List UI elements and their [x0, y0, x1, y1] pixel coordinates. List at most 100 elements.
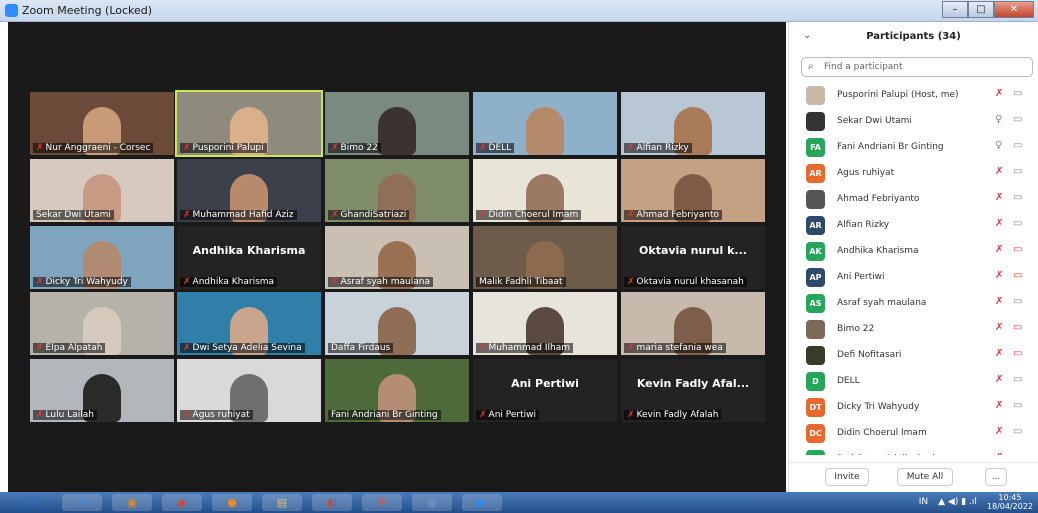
minimize-button[interactable]: – [942, 1, 968, 18]
camera-icon[interactable]: ▭ [1013, 192, 1022, 203]
taskbar-app-icon[interactable]: ▤ [262, 494, 302, 511]
mic-muted-icon[interactable]: ✗ [995, 400, 1003, 411]
participant-row[interactable]: Sekar Dwi Utami ♀ ▭ [789, 108, 1038, 134]
taskbar-app-icon[interactable]: ◐ [312, 494, 352, 511]
mic-muted-icon[interactable]: ✗ [995, 322, 1003, 333]
video-tile[interactable]: Ani Pertiwi ✗ Ani Pertiwi [473, 359, 617, 422]
participant-row[interactable]: AS Asraf syah maulana ✗ ▭ [789, 290, 1038, 316]
mic-muted-icon[interactable]: ✗ [995, 218, 1003, 229]
video-tile[interactable]: ✗ DELL [473, 92, 617, 155]
video-tile[interactable]: Daffa Firdaus [325, 292, 469, 355]
video-tile[interactable]: ✗ Muhammad Ilham [473, 292, 617, 355]
clock[interactable]: 10:45 18/04/2022 [987, 493, 1033, 511]
video-tile[interactable]: Kevin Fadly Afal... ✗ Kevin Fadly Afalah [621, 359, 765, 422]
participant-row[interactable]: DC Didin Choerul Imam ✗ ▭ [789, 420, 1038, 446]
camera-icon[interactable]: ▭ [1013, 296, 1022, 307]
camera-icon[interactable]: ▭ [1013, 400, 1022, 411]
video-tile[interactable]: Andhika Kharisma ✗ Andhika Kharisma [177, 226, 321, 289]
video-tile[interactable]: Malik Fadhli Tibaat [473, 226, 617, 289]
mic-muted-icon[interactable]: ✗ [995, 348, 1003, 359]
participant-row[interactable]: Defi Nofitasari ✗ ▭ [789, 342, 1038, 368]
video-tile[interactable]: ✗ Bimo 22 [325, 92, 469, 155]
tile-name-label: ✗ Muhammad Ilham [476, 343, 573, 353]
video-tile[interactable]: Fani Andriani Br Ginting [325, 359, 469, 422]
camera-icon[interactable]: ▭ [1013, 452, 1022, 455]
participant-row[interactable]: AK Andhika Kharisma ✗ ▭ [789, 238, 1038, 264]
video-tile[interactable]: ✗ Alfian Rizky [621, 92, 765, 155]
camera-off-icon[interactable]: ▭ [1013, 322, 1022, 333]
participant-list[interactable]: Pusporini Palupi (Host, me) ✗ ▭ Sekar Dwi U… [789, 82, 1038, 455]
camera-icon[interactable]: ▭ [1013, 140, 1022, 151]
video-tile[interactable]: ✗ Lulu Lailah [30, 359, 174, 422]
tile-name-label: ✗ Nur Anggraeni - Corsec [33, 143, 154, 153]
camera-off-icon[interactable]: ▭ [1013, 270, 1022, 281]
video-tile[interactable]: ✗ Nur Anggraeni - Corsec [30, 92, 174, 155]
camera-icon[interactable]: ▭ [1013, 166, 1022, 177]
mic-muted-icon[interactable]: ✗ [995, 88, 1003, 99]
video-tile[interactable]: ✗ Dwi Setya Adelia Sevina [177, 292, 321, 355]
participant-row[interactable]: AP Ani Pertiwi ✗ ▭ [789, 264, 1038, 290]
tile-name-label: ✗ Asraf syah maulana [328, 277, 433, 287]
camera-icon[interactable]: ▭ [1013, 88, 1022, 99]
taskbar-app-icon[interactable]: e [62, 494, 102, 511]
participant-row[interactable]: DS Dwi Setya Adelia Sevina ✗ ▭ [789, 446, 1038, 455]
participant-row[interactable]: AR Agus ruhiyat ✗ ▭ [789, 160, 1038, 186]
mic-muted-icon[interactable]: ✗ [995, 452, 1003, 455]
tray-icons[interactable]: ▲ ◀) ▮ .ıl [938, 497, 977, 507]
participant-row[interactable]: DT Dicky Tri Wahyudy ✗ ▭ [789, 394, 1038, 420]
video-tile[interactable]: ✗ Dicky Tri Wahyudy [30, 226, 174, 289]
tile-name-label: ✗ Didin Choerul Imam [476, 210, 582, 220]
tile-name-label: ✗ Elpa Alpatah [33, 343, 106, 353]
mic-muted-icon[interactable]: ✗ [995, 192, 1003, 203]
camera-off-icon[interactable]: ▭ [1013, 244, 1022, 255]
video-tile[interactable]: Sekar Dwi Utami [30, 159, 174, 222]
mic-muted-icon[interactable]: ✗ [995, 244, 1003, 255]
participant-row[interactable]: FA Fani Andriani Br Ginting ♀ ▭ [789, 134, 1038, 160]
mute-all-button[interactable]: Mute All [897, 468, 953, 486]
mic-muted-icon[interactable]: ✗ [995, 426, 1003, 437]
taskbar-app-icon[interactable]: ◍ [412, 494, 452, 511]
muted-mic-icon: ✗ [36, 277, 44, 287]
mic-icon[interactable]: ♀ [995, 140, 1002, 151]
mic-muted-icon[interactable]: ✗ [995, 166, 1003, 177]
mic-muted-icon[interactable]: ✗ [995, 270, 1003, 281]
camera-icon[interactable]: ▭ [1013, 374, 1022, 385]
taskbar-app-icon[interactable]: ▣ [112, 494, 152, 511]
camera-off-icon[interactable]: ▭ [1013, 348, 1022, 359]
participant-row[interactable]: Pusporini Palupi (Host, me) ✗ ▭ [789, 82, 1038, 108]
avatar: FA [806, 138, 825, 157]
participant-row[interactable]: AR Alfian Rizky ✗ ▭ [789, 212, 1038, 238]
invite-button[interactable]: Invite [825, 468, 869, 486]
video-tile[interactable]: ✗ Ahmad Febriyanto [621, 159, 765, 222]
taskbar-app-icon[interactable]: ◉ [162, 494, 202, 511]
participant-name: Fani Andriani Br Ginting [837, 142, 944, 152]
participant-row[interactable]: D DELL ✗ ▭ [789, 368, 1038, 394]
language-indicator[interactable]: IN [919, 497, 928, 507]
video-tile[interactable]: Oktavia nurul k... ✗ Oktavia nurul khasana… [621, 226, 765, 289]
mic-muted-icon[interactable]: ✗ [995, 296, 1003, 307]
participant-row[interactable]: Ahmad Febriyanto ✗ ▭ [789, 186, 1038, 212]
mic-icon[interactable]: ♀ [995, 114, 1002, 125]
video-tile[interactable]: ✗ Agus ruhiyat [177, 359, 321, 422]
taskbar-app-icon[interactable]: ● [212, 494, 252, 511]
close-button[interactable]: ✕ [994, 1, 1034, 18]
participant-silhouette [378, 107, 416, 155]
camera-icon[interactable]: ▭ [1013, 218, 1022, 229]
video-tile[interactable]: ✗ maria stefania wea [621, 292, 765, 355]
camera-icon[interactable]: ▭ [1013, 426, 1022, 437]
video-tile[interactable]: ✗ Elpa Alpatah [30, 292, 174, 355]
participant-search-input[interactable]: ⌕ Find a participant [801, 57, 1033, 77]
camera-icon[interactable]: ▭ [1013, 114, 1022, 125]
taskbar-app-icon[interactable]: P [362, 494, 402, 511]
more-button[interactable]: ... [985, 468, 1007, 486]
video-tile[interactable]: ✗ GhandiSatriazi [325, 159, 469, 222]
taskbar-app-icon[interactable]: ▶ [462, 494, 502, 511]
mic-muted-icon[interactable]: ✗ [995, 374, 1003, 385]
video-tile[interactable]: ✗ Pusporini Palupi [175, 90, 323, 157]
taskbar-app-icon[interactable]: ⊞ [12, 494, 52, 511]
maximize-button[interactable]: □ [968, 1, 994, 18]
video-tile[interactable]: ✗ Asraf syah maulana [325, 226, 469, 289]
video-tile[interactable]: ✗ Muhammad Hafid Aziz [177, 159, 321, 222]
video-tile[interactable]: ✗ Didin Choerul Imam [473, 159, 617, 222]
participant-row[interactable]: Bimo 22 ✗ ▭ [789, 316, 1038, 342]
